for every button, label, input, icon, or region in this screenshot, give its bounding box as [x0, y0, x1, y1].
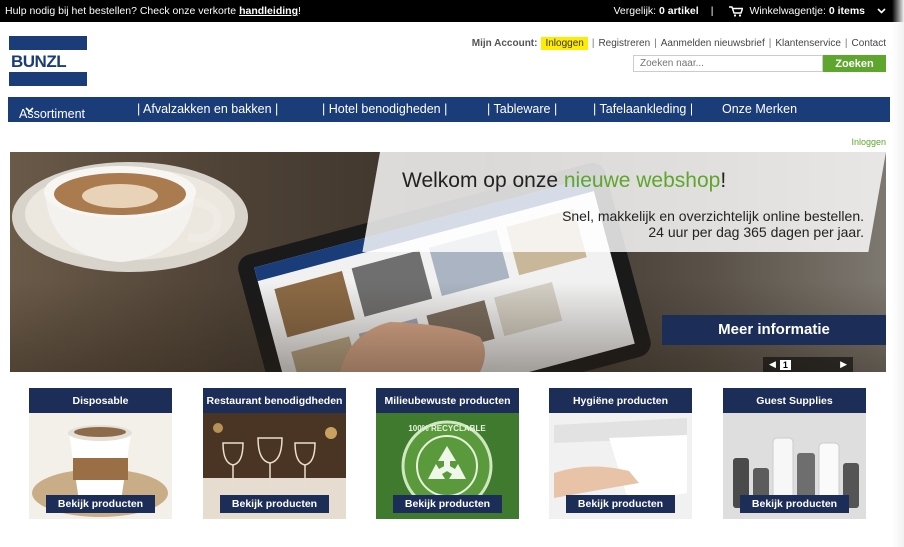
category-title: Guest Supplies — [723, 388, 866, 413]
search-button[interactable]: Zoeken — [823, 55, 886, 72]
category-tile-guest-supplies[interactable]: Guest Supplies Bekijk producten — [723, 388, 866, 519]
top-bar: Hulp nodig bij het bestellen? Check onze… — [0, 0, 904, 22]
category-tile-milieu[interactable]: Milieubewuste producten 100% RECYCLABLE … — [376, 388, 519, 519]
view-products-button[interactable]: Bekijk producten — [393, 495, 502, 513]
view-products-button[interactable]: Bekijk producten — [740, 495, 849, 513]
newsletter-link[interactable]: Aanmelden nieuwsbrief — [661, 38, 765, 49]
search-input[interactable] — [633, 55, 823, 72]
view-products-button[interactable]: Bekijk producten — [46, 495, 155, 513]
svg-text:BUNZL: BUNZL — [11, 52, 66, 71]
cart-icon[interactable] — [729, 6, 744, 17]
account-links: Mijn Account: Inloggen | Registreren | A… — [471, 37, 886, 50]
nav-item-merken[interactable]: Onze Merken — [722, 102, 797, 116]
nav-item-afvalzakken[interactable]: | Afvalzakken en bakken | — [137, 102, 278, 116]
prev-slide-icon[interactable]: ◀ — [769, 359, 776, 370]
more-info-button[interactable]: Meer informatie — [662, 315, 886, 345]
page-scroll-edge — [892, 0, 904, 547]
register-link[interactable]: Registreren — [598, 38, 650, 49]
nav-assortiment[interactable]: Assortiment — [19, 102, 85, 121]
view-products-button[interactable]: Bekijk producten — [566, 495, 675, 513]
slider-controls: ◀ 1 ▶ — [763, 357, 853, 372]
category-title: Milieubewuste producten — [376, 388, 519, 413]
hero-title: Welkom op onze nieuwe webshop! — [402, 169, 727, 192]
category-title: Hygiëne producten — [549, 388, 692, 413]
svg-text:100% RECYCLABLE: 100% RECYCLABLE — [408, 424, 486, 433]
category-tile-disposable[interactable]: Disposable Bekijk producten — [29, 388, 172, 519]
next-slide-icon[interactable]: ▶ — [840, 359, 847, 370]
bunzl-logo[interactable]: BUNZL — [9, 36, 87, 86]
main-nav: Assortiment | Afvalzakken en bakken | | … — [8, 97, 890, 122]
category-tile-restaurant[interactable]: Restaurant benodigdheden Bekijk producte… — [203, 388, 346, 519]
nav-item-hotel[interactable]: | Hotel benodigheden | — [322, 102, 447, 116]
login-link-secondary[interactable]: Inloggen — [851, 137, 886, 147]
help-text: Hulp nodig bij het bestellen? Check onze… — [5, 5, 301, 17]
chevron-down-icon[interactable] — [877, 6, 886, 16]
manual-link[interactable]: handleiding — [239, 5, 298, 17]
slide-number[interactable]: 1 — [779, 359, 791, 370]
cart-link[interactable]: Winkelwagentje: 0 items — [749, 5, 865, 17]
login-link[interactable]: Inloggen — [541, 37, 588, 50]
hero-banner[interactable]: Welkom op onze nieuwe webshop! Snel, mak… — [10, 152, 886, 372]
nav-item-tableware[interactable]: | Tableware | — [487, 102, 557, 116]
hero-tagline-1: Snel, makkelijk en overzichtelijk online… — [562, 208, 864, 224]
category-title: Disposable — [29, 388, 172, 413]
nav-item-tafelaankleding[interactable]: | Tafelaankleding | — [593, 102, 693, 116]
contact-link[interactable]: Contact — [852, 38, 886, 49]
customer-service-link[interactable]: Klantenservice — [775, 38, 841, 49]
compare-link[interactable]: Vergelijk: 0 artikel — [613, 5, 698, 17]
hero-tagline-2: 24 uur per dag 365 dagen per jaar. — [648, 224, 864, 240]
category-title: Restaurant benodigdheden — [203, 388, 346, 413]
category-tile-hygiene[interactable]: Hygiëne producten Bekijk producten — [549, 388, 692, 519]
view-products-button[interactable]: Bekijk producten — [220, 495, 329, 513]
